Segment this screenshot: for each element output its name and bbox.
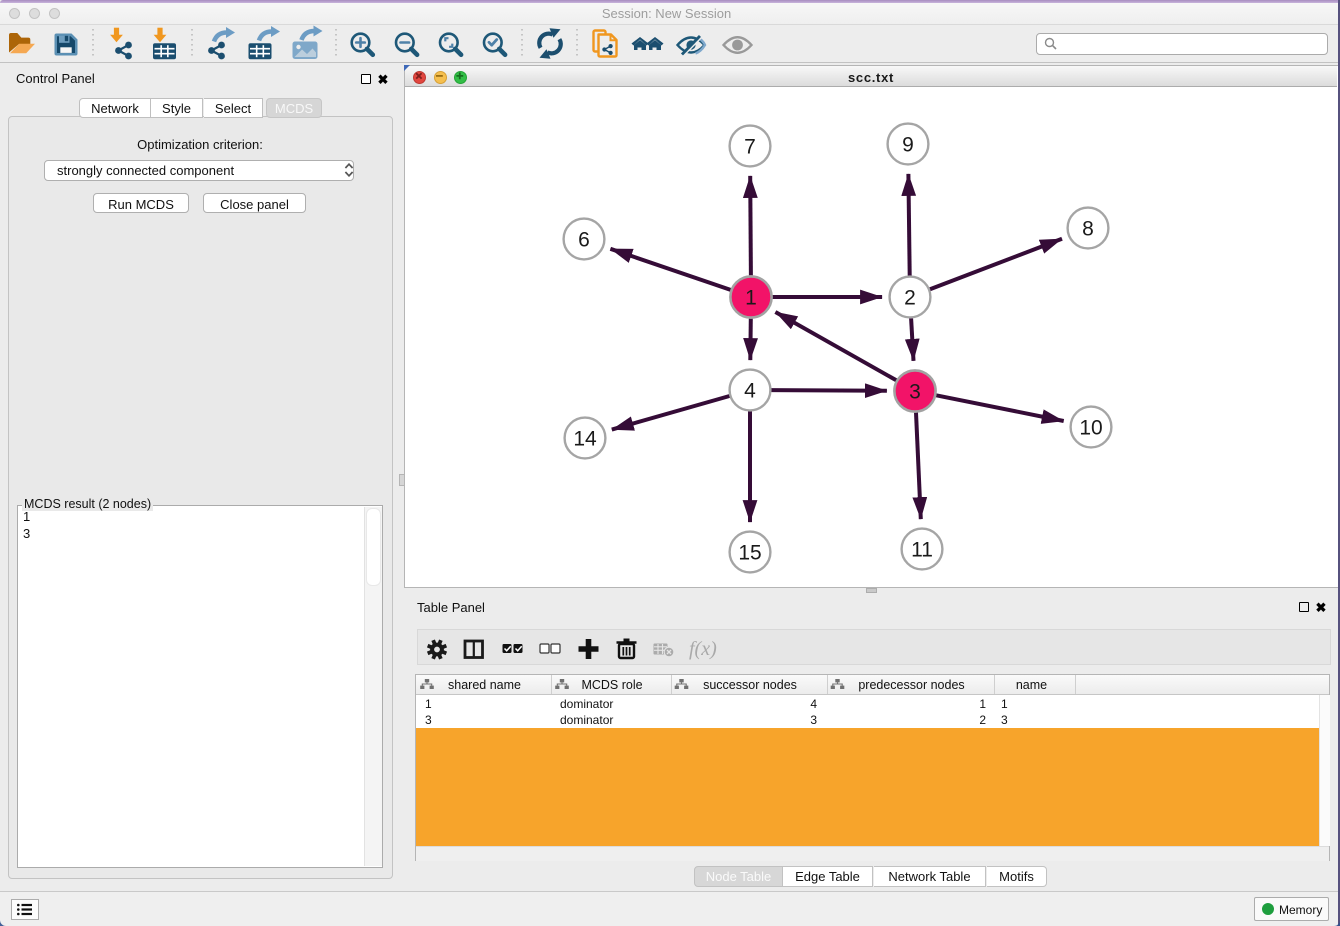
svg-text:f(x): f(x) (689, 638, 717, 660)
svg-text:15: 15 (738, 542, 761, 565)
svg-text:4: 4 (744, 380, 756, 403)
svg-text:8: 8 (1082, 218, 1094, 241)
svg-text:6: 6 (578, 229, 590, 252)
svg-text:14: 14 (573, 428, 597, 451)
svg-text:10: 10 (1079, 417, 1102, 440)
svg-text:11: 11 (911, 539, 933, 562)
svg-text:2: 2 (904, 287, 916, 310)
svg-text:7: 7 (744, 136, 756, 159)
svg-text:1: 1 (745, 287, 757, 310)
svg-text:3: 3 (909, 381, 921, 404)
svg-text:9: 9 (902, 134, 914, 157)
